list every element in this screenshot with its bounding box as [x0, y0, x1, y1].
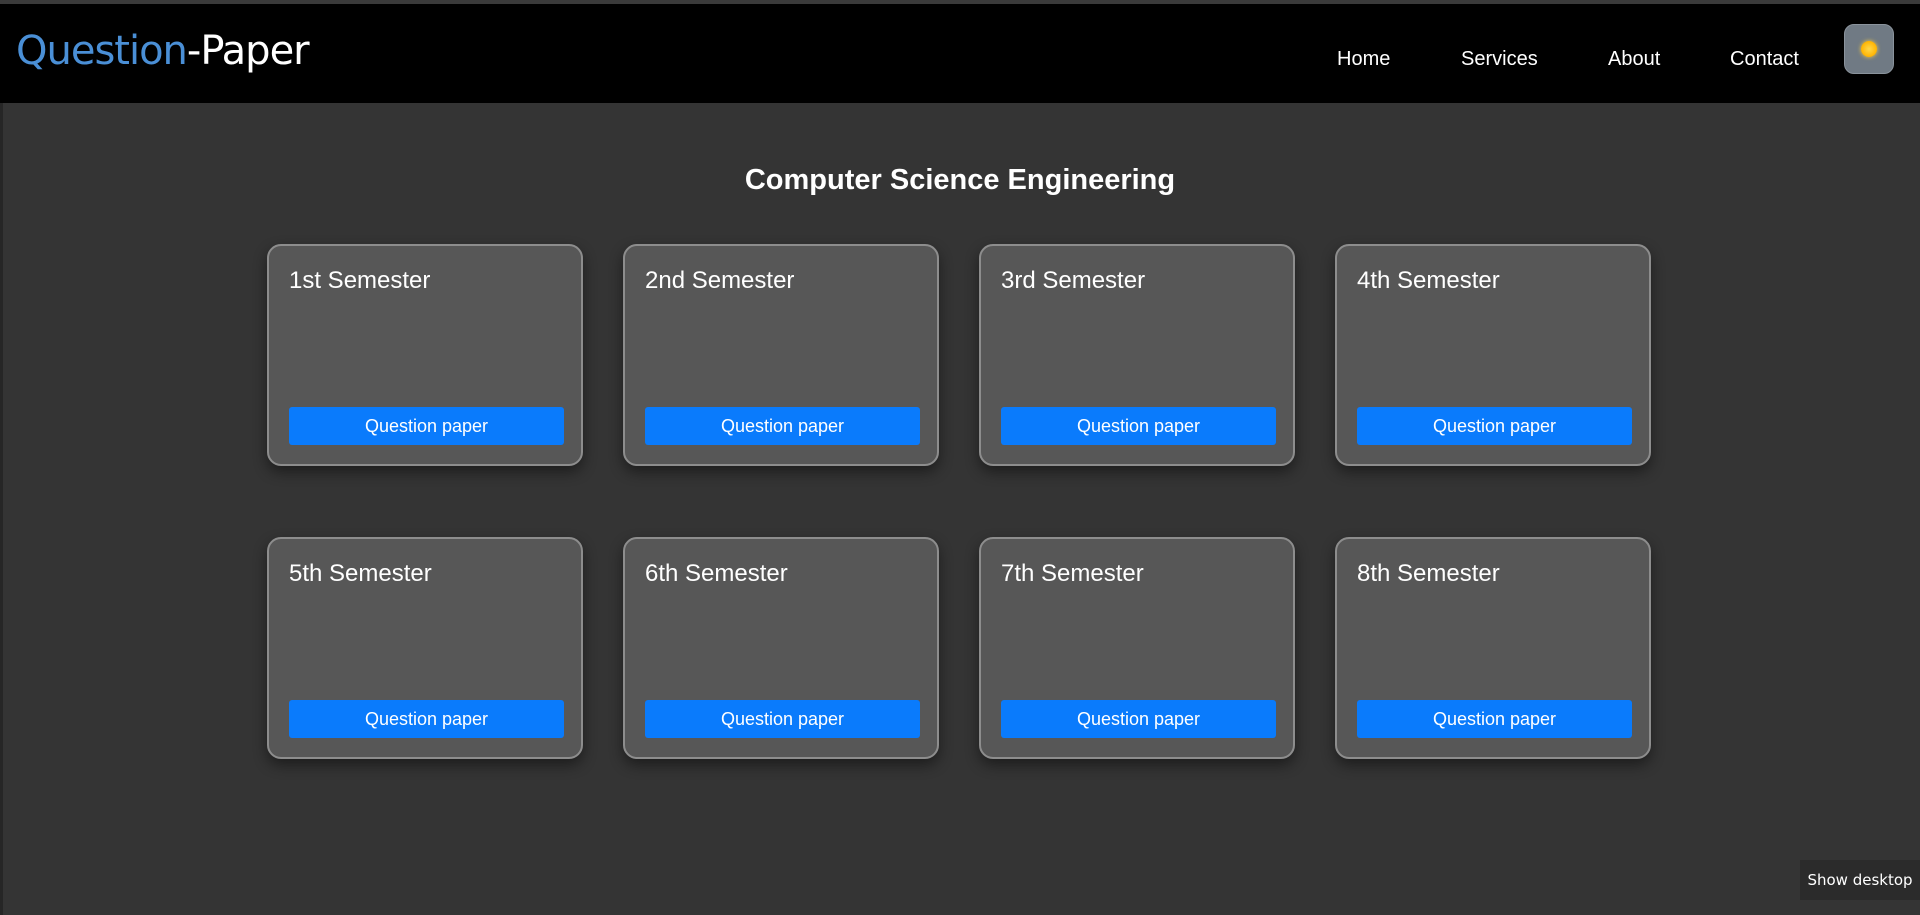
semester-card-title: 3rd Semester	[1001, 267, 1146, 294]
question-paper-button[interactable]: Question paper	[1357, 407, 1632, 445]
navbar: Question-Paper Home Services About Conta…	[0, 4, 1920, 103]
semester-card-4: 4th Semester Question paper	[1335, 244, 1651, 466]
semester-card-6: 6th Semester Question paper	[623, 537, 939, 759]
question-paper-button[interactable]: Question paper	[289, 407, 564, 445]
question-paper-button[interactable]: Question paper	[645, 407, 920, 445]
page-title: Computer Science Engineering	[744, 164, 1176, 196]
semester-card-title: 5th Semester	[289, 560, 432, 587]
semester-card-8: 8th Semester Question paper	[1335, 537, 1651, 759]
sun-icon	[1861, 41, 1877, 57]
semester-card-title: 6th Semester	[645, 560, 788, 587]
semester-card-2: 2nd Semester Question paper	[623, 244, 939, 466]
question-paper-button[interactable]: Question paper	[1001, 407, 1276, 445]
page-left-edge	[0, 103, 3, 915]
semester-card-title: 1st Semester	[289, 267, 431, 294]
show-desktop-button[interactable]: Show desktop	[1800, 860, 1920, 900]
question-paper-button[interactable]: Question paper	[645, 700, 920, 738]
semester-card-title: 4th Semester	[1357, 267, 1500, 294]
semester-card-title: 2nd Semester	[645, 267, 795, 294]
question-paper-button[interactable]: Question paper	[1357, 700, 1632, 738]
semester-card-7: 7th Semester Question paper	[979, 537, 1295, 759]
semester-card-3: 3rd Semester Question paper	[979, 244, 1295, 466]
semester-card-5: 5th Semester Question paper	[267, 537, 583, 759]
nav-about-link[interactable]: About	[1608, 44, 1660, 74]
nav-home-link[interactable]: Home	[1337, 44, 1390, 74]
nav-contact-link[interactable]: Contact	[1730, 44, 1799, 74]
semester-card-title: 8th Semester	[1357, 560, 1500, 587]
nav-links: Home Services About Contact	[0, 44, 1920, 74]
question-paper-button[interactable]: Question paper	[289, 700, 564, 738]
question-paper-button[interactable]: Question paper	[1001, 700, 1276, 738]
semester-card-title: 7th Semester	[1001, 560, 1144, 587]
nav-services-link[interactable]: Services	[1461, 44, 1538, 74]
theme-toggle-button[interactable]	[1844, 24, 1894, 74]
semester-card-1: 1st Semester Question paper	[267, 244, 583, 466]
